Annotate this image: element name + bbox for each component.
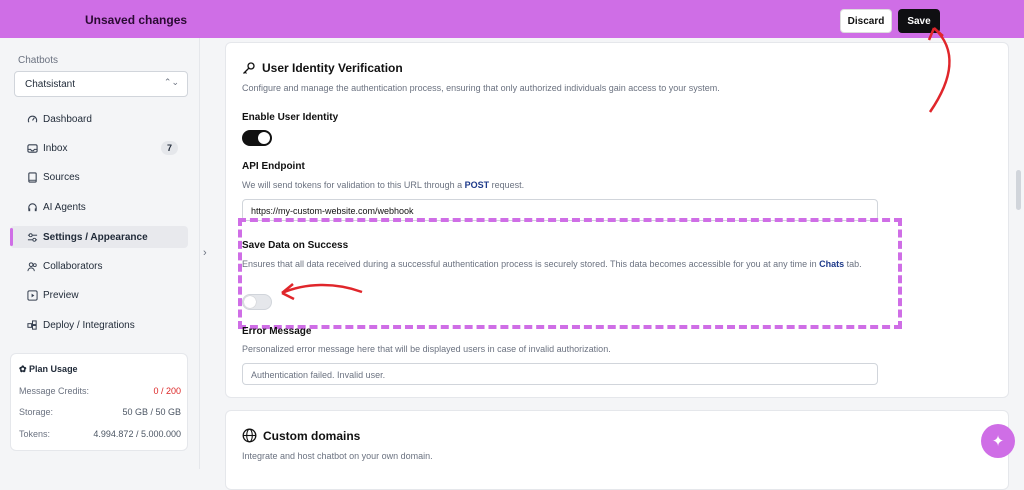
headset-icon (26, 201, 38, 213)
globe-icon (242, 428, 257, 448)
puzzle-icon (26, 319, 38, 331)
sidebar-item-inbox[interactable]: Inbox 7 (10, 137, 188, 159)
chat-launcher-button[interactable]: ✦ (981, 424, 1015, 458)
plan-row-credits: Message Credits: 0 / 200 (19, 386, 181, 396)
api-desc-text: We will send tokens for validation to th… (242, 180, 465, 190)
credits-value: 0 / 200 (153, 386, 181, 396)
sidebar-item-label: Settings / Appearance (43, 231, 148, 243)
sidebar-item-deploy-integrations[interactable]: Deploy / Integrations (10, 314, 188, 336)
chatbot-select[interactable]: Chatsistant ⌃⌄ (14, 71, 188, 97)
users-icon (26, 260, 38, 272)
sidebar-item-ai-agents[interactable]: AI Agents (10, 196, 188, 218)
sidebar-item-label: Sources (43, 171, 80, 183)
credits-label: Message Credits: (19, 386, 90, 396)
api-desc-text-end: request. (489, 180, 525, 190)
sliders-icon (26, 231, 38, 243)
toggle-knob (258, 132, 270, 144)
sidebar: Chatbots Chatsistant ⌃⌄ Dashboard Inbox … (0, 38, 200, 469)
user-identity-card: User Identity Verification Configure and… (225, 42, 1009, 398)
plan-usage-title: ✿ Plan Usage (19, 364, 78, 375)
unsaved-changes-title: Unsaved changes (85, 13, 188, 27)
chat-sparkle-icon: ✦ (991, 433, 1005, 450)
plan-usage-card: ✿ Plan Usage Message Credits: 0 / 200 Sto… (10, 353, 188, 451)
storage-label: Storage: (19, 407, 54, 417)
custom-domains-title: Custom domains (263, 429, 361, 443)
page-scrollbar[interactable] (1016, 170, 1021, 210)
chevron-right-icon[interactable]: › (203, 247, 207, 259)
highlight-box (238, 218, 902, 329)
plan-row-tokens: Tokens: 4.994.872 / 5.000.000 (19, 429, 181, 439)
sidebar-item-label: Preview (43, 289, 79, 301)
play-icon (26, 289, 38, 301)
sidebar-item-label: Inbox (43, 142, 68, 154)
api-endpoint-description: We will send tokens for validation to th… (242, 180, 524, 190)
sidebar-item-label: Deploy / Integrations (43, 319, 135, 331)
gauge-icon (26, 113, 38, 125)
sidebar-item-label: Dashboard (43, 113, 92, 125)
sidebar-item-collaborators[interactable]: Collaborators (10, 255, 188, 277)
storage-value: 50 GB / 50 GB (122, 407, 181, 417)
main-content: User Identity Verification Configure and… (208, 38, 1024, 490)
error-message-label: Error Message (242, 326, 312, 337)
leaf-icon: ✿ (19, 364, 30, 374)
sidebar-item-label: Collaborators (43, 260, 103, 272)
chatbot-select-value: Chatsistant (25, 79, 76, 90)
sidebar-item-sources[interactable]: Sources (10, 166, 188, 188)
inbox-icon (26, 142, 38, 154)
tokens-label: Tokens: (19, 429, 51, 439)
book-icon (26, 171, 38, 183)
identity-title: User Identity Verification (262, 61, 403, 75)
discard-button[interactable]: Discard (840, 9, 892, 33)
identity-description: Configure and manage the authentication … (242, 83, 720, 93)
plan-row-storage: Storage: 50 GB / 50 GB (19, 407, 181, 417)
enable-identity-toggle[interactable] (242, 130, 272, 146)
sidebar-item-dashboard[interactable]: Dashboard (10, 108, 188, 130)
sidebar-item-settings-appearance[interactable]: Settings / Appearance (10, 226, 188, 248)
save-button[interactable]: Save (898, 9, 940, 33)
inbox-count-badge: 7 (160, 141, 178, 155)
chevron-updown-icon: ⌃⌄ (163, 77, 179, 87)
error-message-input[interactable]: Authentication failed. Invalid user. (242, 363, 878, 385)
sidebar-item-label: AI Agents (43, 201, 86, 213)
enable-identity-label: Enable User Identity (242, 112, 339, 123)
error-message-description: Personalized error message here that wil… (242, 344, 611, 354)
api-desc-post-method: POST (464, 180, 490, 190)
key-icon (242, 61, 256, 80)
custom-domains-description: Integrate and host chatbot on your own d… (242, 451, 433, 461)
custom-domains-card: Custom domains Integrate and host chatbo… (225, 410, 1009, 490)
chatbots-label: Chatbots (18, 55, 59, 66)
tokens-value: 4.994.872 / 5.000.000 (93, 429, 181, 439)
plan-usage-label: Plan Usage (29, 364, 78, 374)
unsaved-changes-bar: Unsaved changes Discard Save (0, 0, 1024, 38)
api-endpoint-label: API Endpoint (242, 161, 305, 172)
sidebar-item-preview[interactable]: Preview (10, 284, 188, 306)
